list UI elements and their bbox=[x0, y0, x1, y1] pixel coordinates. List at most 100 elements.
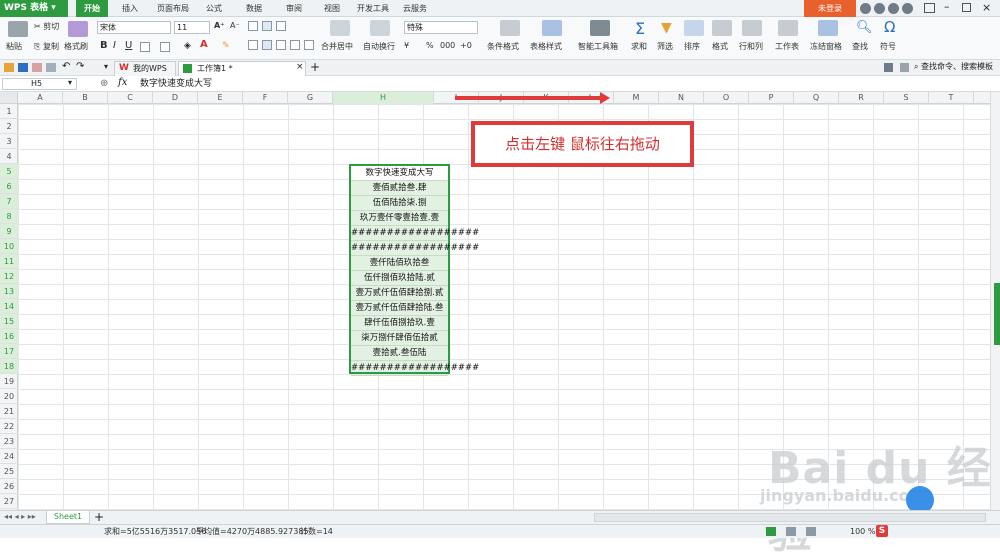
increase-decimal-icon[interactable]: +0 bbox=[460, 41, 472, 50]
smart-tools-button[interactable]: 智能工具箱 bbox=[578, 41, 618, 52]
distributed-icon[interactable] bbox=[304, 40, 314, 50]
font-shrink-icon[interactable]: A⁻ bbox=[230, 21, 240, 30]
format-painter-label[interactable]: 格式刷 bbox=[64, 41, 88, 52]
row-header-4[interactable]: 4 bbox=[0, 149, 18, 164]
conditional-format-button[interactable]: 条件格式 bbox=[487, 41, 519, 52]
rowcol-button[interactable]: 行和列 bbox=[739, 41, 763, 52]
quick-access-dropdown-icon[interactable]: ▾ bbox=[104, 62, 108, 71]
format-button[interactable]: 格式 bbox=[712, 41, 728, 52]
table-style-icon[interactable] bbox=[542, 20, 562, 36]
save-icon[interactable] bbox=[18, 63, 28, 72]
font-size-select[interactable]: 11 bbox=[174, 21, 210, 34]
sheet-nav-icons[interactable]: ◂◂ ◂ ▸ ▸▸ bbox=[4, 512, 36, 521]
sum-button[interactable]: 求和 bbox=[631, 41, 647, 52]
app-menu-button[interactable]: WPS 表格 ▾ bbox=[0, 0, 68, 17]
share-icon[interactable] bbox=[888, 3, 899, 14]
row-header-17[interactable]: 17 bbox=[0, 344, 18, 359]
row-header-27[interactable]: 27 bbox=[0, 494, 18, 509]
paste-label[interactable]: 粘贴 bbox=[6, 41, 22, 52]
cell-h17[interactable]: 壹拾贰.叁伍陆 bbox=[351, 346, 448, 361]
symbol-icon[interactable]: Ω bbox=[884, 18, 895, 36]
copy-button[interactable]: ⎘ 复制 bbox=[34, 41, 59, 52]
rowcol-icon[interactable] bbox=[742, 20, 762, 36]
row-header-11[interactable]: 11 bbox=[0, 254, 18, 269]
format-icon[interactable] bbox=[712, 20, 732, 36]
wrap-button[interactable]: 自动换行 bbox=[363, 41, 395, 52]
row-header-23[interactable]: 23 bbox=[0, 434, 18, 449]
column-header-m[interactable]: M bbox=[614, 92, 659, 104]
login-button[interactable]: 未登录 bbox=[804, 0, 856, 17]
table-style-button[interactable]: 表格样式 bbox=[530, 41, 562, 52]
column-header-b[interactable]: B bbox=[63, 92, 108, 104]
name-box[interactable]: H5 bbox=[2, 78, 77, 90]
tab-workbook[interactable]: 工作簿1 * bbox=[178, 61, 306, 76]
sort-icon[interactable] bbox=[684, 20, 704, 36]
message-icon[interactable] bbox=[884, 63, 893, 72]
align-top-icon[interactable] bbox=[248, 21, 258, 31]
cell-h10[interactable]: ################## bbox=[351, 241, 479, 256]
close-icon[interactable]: × bbox=[982, 1, 991, 14]
merge-button[interactable]: 合并居中 bbox=[321, 41, 353, 52]
column-header-s[interactable]: S bbox=[884, 92, 929, 104]
cell-h16[interactable]: 柒万捌仟肆佰伍拾贰 bbox=[351, 331, 448, 346]
merge-icon[interactable] bbox=[330, 20, 350, 36]
worksheet-icon[interactable] bbox=[778, 20, 798, 36]
add-sheet-icon[interactable]: + bbox=[94, 510, 104, 524]
row-header-12[interactable]: 12 bbox=[0, 269, 18, 284]
maximize-icon[interactable] bbox=[962, 3, 971, 12]
cell-h12[interactable]: 伍仟捌佰玖拾陆.贰 bbox=[351, 271, 448, 286]
worksheet-button[interactable]: 工作表 bbox=[775, 41, 799, 52]
tab-data[interactable]: 数据 bbox=[238, 0, 270, 17]
paste-icon[interactable] bbox=[8, 21, 28, 37]
sheet-tab-sheet1[interactable]: Sheet1 bbox=[46, 511, 90, 524]
cell-h13[interactable]: 壹万贰仟伍佰肆拾捌.贰 bbox=[351, 286, 448, 301]
page-break-view-icon[interactable] bbox=[786, 527, 796, 536]
close-tab-icon[interactable]: × bbox=[296, 62, 304, 72]
row-header-26[interactable]: 26 bbox=[0, 479, 18, 494]
row-header-18[interactable]: 18 bbox=[0, 359, 18, 374]
selected-range-h5-h18[interactable]: 数字快速变成大写 壹佰贰拾叁.肆 伍佰陆拾柒.捌 玖万壹仟零壹拾壹.壹 ########… bbox=[349, 164, 479, 376]
zoom-formula-icon[interactable]: ⊕ bbox=[100, 78, 108, 89]
tab-start[interactable]: 开始 bbox=[76, 0, 108, 17]
cell-h15[interactable]: 肆仟伍佰捌拾玖.壹 bbox=[351, 316, 448, 331]
wrap-icon[interactable] bbox=[370, 20, 390, 36]
undo-icon[interactable]: ↶ bbox=[62, 61, 70, 72]
tab-insert[interactable]: 插入 bbox=[114, 0, 146, 17]
thousands-button[interactable]: 000 bbox=[440, 41, 455, 50]
row-header-22[interactable]: 22 bbox=[0, 419, 18, 434]
cell-h9[interactable]: ################## bbox=[351, 226, 479, 241]
help-icon[interactable] bbox=[902, 3, 913, 14]
row-header-24[interactable]: 24 bbox=[0, 449, 18, 464]
font-color-icon[interactable]: A bbox=[200, 39, 208, 50]
column-header-d[interactable]: D bbox=[153, 92, 198, 104]
open-icon[interactable] bbox=[4, 63, 14, 72]
side-panel-handle[interactable] bbox=[994, 283, 1000, 345]
tab-view[interactable]: 视图 bbox=[316, 0, 348, 17]
find-button[interactable]: 查找 bbox=[852, 41, 868, 52]
align-center-icon[interactable] bbox=[262, 40, 272, 50]
cell-h7[interactable]: 伍佰陆拾柒.捌 bbox=[351, 196, 448, 211]
tab-formula[interactable]: 公式 bbox=[198, 0, 230, 17]
align-middle-icon[interactable] bbox=[262, 21, 272, 31]
row-header-5[interactable]: 5 bbox=[0, 164, 18, 179]
zoom-level[interactable]: 100 % bbox=[850, 525, 875, 538]
column-header-t[interactable]: T bbox=[929, 92, 974, 104]
select-all-corner[interactable] bbox=[0, 92, 18, 104]
row-header-16[interactable]: 16 bbox=[0, 329, 18, 344]
cell-h6[interactable]: 壹佰贰拾叁.肆 bbox=[351, 181, 448, 196]
clear-icon[interactable]: ✎ bbox=[222, 41, 230, 51]
row-header-2[interactable]: 2 bbox=[0, 119, 18, 134]
conditional-format-icon[interactable] bbox=[500, 20, 520, 36]
cut-button[interactable]: ✂ 剪切 bbox=[34, 21, 59, 32]
preview-icon[interactable] bbox=[46, 63, 56, 72]
filter-button[interactable]: 筛选 bbox=[657, 41, 673, 52]
redo-icon[interactable]: ↷ bbox=[76, 61, 84, 72]
border-icon[interactable] bbox=[140, 42, 150, 52]
italic-button[interactable]: I bbox=[113, 40, 116, 51]
row-header-9[interactable]: 9 bbox=[0, 224, 18, 239]
row-header-15[interactable]: 15 bbox=[0, 314, 18, 329]
filter-icon[interactable]: ▼ bbox=[661, 20, 672, 36]
column-header-p[interactable]: P bbox=[749, 92, 794, 104]
new-tab-icon[interactable]: + bbox=[310, 60, 320, 74]
column-header-h[interactable]: H bbox=[333, 92, 434, 104]
